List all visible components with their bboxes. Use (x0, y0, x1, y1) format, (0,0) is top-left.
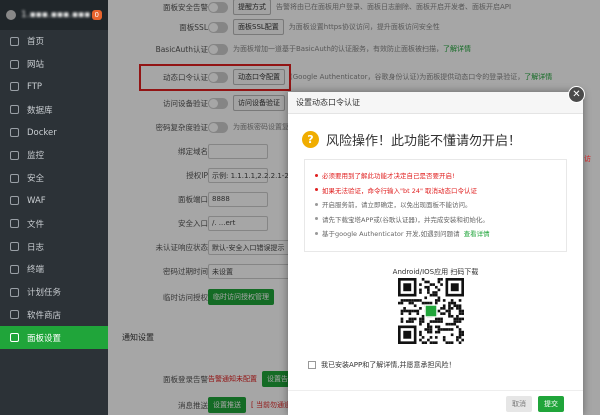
sidebar-item-label: FTP (27, 81, 43, 92)
database-icon (10, 105, 19, 115)
agree-label[interactable]: 我已安装APP和了解详情,并愿意承担风险！ (321, 360, 455, 370)
warning-item: 请先下载宝塔APP或(谷歌认证器)，并完成安装和初始化。 (315, 212, 556, 227)
sidebar-item-label: WAF (27, 195, 46, 206)
server-host: 1.▪▪▪.▪▪▪.▪▪▪ (21, 10, 91, 20)
warning-item: 如果无法验证，命令行输入"bt 24" 取消动态口令认证 (315, 183, 556, 198)
sidebar-item[interactable]: 软件商店 (0, 304, 108, 327)
sidebar-item-label: Docker (27, 127, 57, 138)
sidebar-item-label: 首页 (27, 37, 45, 48)
sidebar-header: 1.▪▪▪.▪▪▪.▪▪▪ 0 (0, 0, 108, 30)
close-icon[interactable]: ✕ (568, 86, 585, 103)
sidebar-item-label: 日志 (27, 242, 45, 253)
dialog-footer: 取消 提交 (288, 390, 583, 415)
ftp-icon (10, 82, 19, 92)
log-icon (10, 242, 19, 252)
sidebar-item-label: 软件商店 (27, 310, 62, 321)
warning-item: 开启服务前，请立即确定，以免出现面板不能访问。 (315, 197, 556, 212)
clock-icon (10, 287, 19, 297)
sidebar-item-label: 面板设置 (27, 333, 62, 344)
store-icon (10, 310, 19, 320)
bullet-icon (315, 217, 318, 221)
warning-text: 基于google Authenticator 开发,如遇到问题请 (322, 230, 460, 239)
sidebar-item[interactable]: 终端 (0, 258, 108, 281)
bullet-icon (315, 173, 318, 177)
cancel-button[interactable]: 取消 (506, 396, 532, 412)
details-link[interactable]: 查看详情 (464, 228, 490, 238)
sidebar-item-label: 网站 (27, 60, 45, 71)
sidebar-item-label: 监控 (27, 151, 45, 162)
warning-text: 必须要用到了解此功能才决定自己是否要开启! (322, 172, 455, 181)
bullet-icon (315, 188, 318, 192)
globe-icon (10, 59, 19, 69)
dialog-title: 设置动态口令认证 (288, 92, 583, 114)
gear-icon (10, 333, 19, 343)
warning-text: 开启服务前，请立即确定，以免出现面板不能访问。 (322, 201, 472, 210)
sidebar-item-label: 计划任务 (27, 288, 62, 299)
qr-code (398, 278, 464, 344)
agree-checkbox-row[interactable]: 我已安装APP和了解详情,并愿意承担风险！ (308, 360, 455, 370)
sidebar-item[interactable]: 监控 (0, 144, 108, 167)
warning-text: 请先下载宝塔APP或(谷歌认证器)，并完成安装和初始化。 (322, 215, 489, 224)
bullet-icon (315, 202, 318, 206)
warning-title: 风险操作！此功能不懂请勿开启！ (326, 134, 522, 149)
terminal-icon (10, 264, 19, 274)
sidebar-item[interactable]: Docker (0, 121, 108, 144)
right-peek-text: 访 (584, 155, 591, 163)
sidebar-item-label: 终端 (27, 265, 45, 276)
home-icon (10, 36, 19, 46)
sidebar-item[interactable]: 文件 (0, 212, 108, 235)
submit-button[interactable]: 提交 (538, 396, 564, 412)
warning-text: 如果无法验证，命令行输入"bt 24" 取消动态口令认证 (322, 186, 478, 195)
sidebar-item-label: 文件 (27, 219, 45, 230)
warning-icon: ? (302, 131, 319, 148)
notification-badge[interactable]: 0 (91, 10, 102, 20)
sidebar: 1.▪▪▪.▪▪▪.▪▪▪ 0 首页网站 FTP 数据库 Docker 监控安全 WAF 文… (0, 0, 108, 415)
sidebar-item-label: 数据库 (27, 105, 53, 116)
warning-list: 必须要用到了解此功能才决定自己是否要开启! 如果无法验证，命令行输入"bt 24"… (304, 159, 567, 252)
warning-item: 基于google Authenticator 开发,如遇到问题请 查看详情 (315, 226, 556, 241)
sidebar-item[interactable]: 安全 (0, 167, 108, 190)
sidebar-item[interactable]: 首页 (0, 30, 108, 53)
sidebar-item[interactable]: 数据库 (0, 98, 108, 121)
folder-icon (10, 219, 19, 229)
server-icon (6, 10, 16, 20)
dynamic-password-dialog: 设置动态口令认证 ? 风险操作！此功能不懂请勿开启！ 必须要用到了解此功能才决定… (288, 92, 583, 415)
sidebar-item[interactable]: 面板设置 (0, 326, 108, 350)
docker-icon (10, 128, 19, 138)
sidebar-item[interactable]: 日志 (0, 235, 108, 258)
waf-icon (10, 196, 19, 206)
shield-icon (10, 173, 19, 183)
sidebar-item[interactable]: 网站 (0, 53, 108, 76)
monitor-icon (10, 150, 19, 160)
bullet-icon (315, 231, 318, 235)
sidebar-item[interactable]: FTP (0, 76, 108, 99)
sidebar-item[interactable]: WAF (0, 190, 108, 213)
sidebar-item-label: 安全 (27, 174, 45, 185)
warning-item: 必须要用到了解此功能才决定自己是否要开启! (315, 168, 556, 183)
sidebar-item[interactable]: 计划任务 (0, 281, 108, 304)
warning-heading: ? 风险操作！此功能不懂请勿开启！ (302, 130, 521, 149)
agree-checkbox[interactable] (308, 361, 316, 369)
qr-caption: Android/IOS应用 扫码下载 (392, 268, 479, 276)
